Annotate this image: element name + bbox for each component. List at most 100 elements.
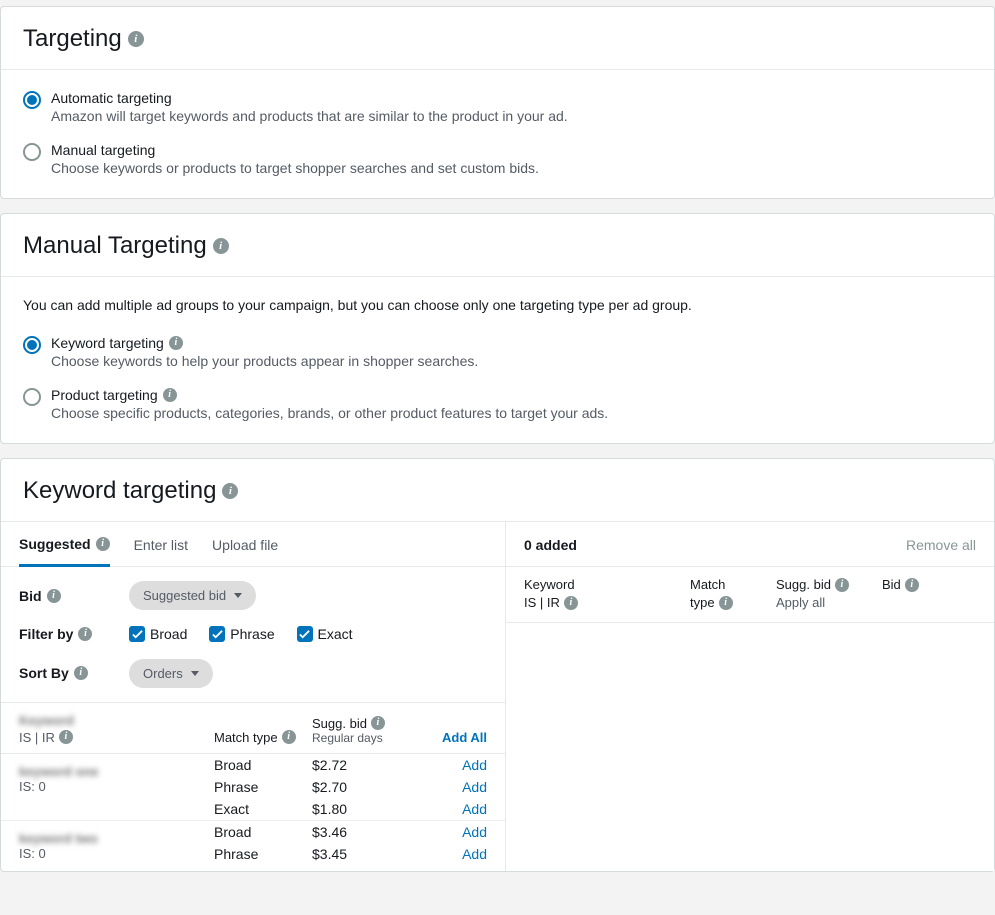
tab-suggested[interactable]: Suggested i	[19, 536, 110, 567]
manual-title: Manual Targeting i	[1, 214, 994, 277]
radio-input[interactable]	[23, 143, 41, 161]
radio-manual-targeting[interactable]: Manual targeting Choose keywords or prod…	[23, 142, 972, 176]
match-type: Broad	[214, 757, 312, 773]
variant-row: Broad $2.72 Add	[214, 754, 487, 776]
keyword-blurred: keyword two	[19, 831, 214, 846]
col-sub: type i	[690, 595, 770, 610]
kt-left: Suggested i Enter list Upload file Bid i…	[1, 522, 506, 871]
isir-text: IS | IR	[524, 595, 560, 610]
sugg-sub: Regular days	[312, 731, 417, 745]
added-count: 0 added	[524, 537, 577, 553]
keyword-blurred: Keyword	[19, 713, 214, 728]
keyword-row: keyword one IS: 0 Broad $2.72 Add Phrase…	[1, 754, 505, 821]
add-link[interactable]: Add	[417, 757, 487, 773]
col-title: Bid i	[882, 577, 976, 592]
kt-title-text: Keyword targeting	[23, 477, 216, 505]
add-link[interactable]: Add	[417, 801, 487, 817]
keyword-is: IS: 0	[19, 846, 214, 861]
radio-keyword-targeting[interactable]: Keyword targeting i Choose keywords to h…	[23, 335, 972, 369]
keyword-is: IS: 0	[19, 779, 214, 794]
manual-targeting-panel: Manual Targeting i You can add multiple …	[0, 213, 995, 444]
add-link[interactable]: Add	[417, 824, 487, 840]
remove-all-link[interactable]: Remove all	[906, 537, 976, 553]
match-text: Match type	[214, 730, 278, 745]
info-icon[interactable]: i	[835, 578, 849, 592]
kt-grid: Suggested i Enter list Upload file Bid i…	[1, 521, 994, 871]
keyword-cell: keyword two IS: 0	[19, 821, 214, 871]
match-type: Phrase	[214, 779, 312, 795]
info-icon[interactable]: i	[74, 666, 88, 680]
info-icon[interactable]: i	[719, 596, 733, 610]
sort-label: Sort By i	[19, 665, 129, 681]
filter-label: Filter by i	[19, 626, 129, 642]
radio-label: Manual targeting	[51, 142, 539, 158]
isir-label: IS | IR i	[19, 730, 214, 745]
control-filter: Filter by i Broad Phrase	[19, 626, 487, 643]
targeting-title-text: Targeting	[23, 25, 122, 53]
col-add-all: Add All	[417, 730, 487, 745]
checkbox-checked[interactable]	[129, 626, 145, 642]
info-icon[interactable]: i	[128, 31, 144, 47]
checkbox-checked[interactable]	[209, 626, 225, 642]
match-type: Phrase	[214, 846, 312, 862]
keyword-targeting-panel: Keyword targeting i Suggested i Enter li…	[0, 458, 995, 872]
add-link[interactable]: Add	[417, 846, 487, 862]
info-icon[interactable]: i	[213, 238, 229, 254]
add-all-link[interactable]: Add All	[442, 730, 487, 745]
tab-upload-file[interactable]: Upload file	[212, 537, 278, 565]
check-exact[interactable]: Exact	[297, 626, 353, 642]
sort-value: Orders	[143, 666, 183, 681]
info-icon[interactable]: i	[163, 388, 177, 402]
info-icon[interactable]: i	[59, 730, 73, 744]
sugg-bid: $1.80	[312, 801, 417, 817]
info-icon[interactable]: i	[47, 589, 61, 603]
keyword-variants: Broad $2.72 Add Phrase $2.70 Add Exact $…	[214, 754, 487, 820]
tab-label: Suggested	[19, 536, 91, 552]
chevron-down-icon	[191, 671, 199, 676]
info-icon[interactable]: i	[564, 596, 578, 610]
check-phrase[interactable]: Phrase	[209, 626, 274, 642]
radio-input[interactable]	[23, 91, 41, 109]
sort-select[interactable]: Orders	[129, 659, 213, 688]
sugg-bid: $2.72	[312, 757, 417, 773]
bid-select[interactable]: Suggested bid	[129, 581, 256, 610]
radio-label: Product targeting i	[51, 387, 608, 403]
bid-value: Suggested bid	[143, 588, 226, 603]
add-link[interactable]: Add	[417, 779, 487, 795]
info-icon[interactable]: i	[222, 483, 238, 499]
kt-title: Keyword targeting i	[1, 459, 994, 521]
info-icon[interactable]: i	[282, 730, 296, 744]
radio-desc: Choose keywords or products to target sh…	[51, 160, 539, 176]
control-sort: Sort By i Orders	[19, 659, 487, 688]
tab-enter-list[interactable]: Enter list	[134, 537, 188, 565]
apply-all-link[interactable]: Apply all	[776, 595, 876, 610]
col-title: Match	[690, 577, 770, 592]
info-icon[interactable]: i	[78, 627, 92, 641]
radio-automatic-targeting[interactable]: Automatic targeting Amazon will target k…	[23, 90, 972, 124]
check-broad[interactable]: Broad	[129, 626, 187, 642]
manual-note: You can add multiple ad groups to your c…	[23, 297, 972, 313]
info-icon[interactable]: i	[371, 716, 385, 730]
info-icon[interactable]: i	[96, 537, 110, 551]
info-icon[interactable]: i	[169, 336, 183, 350]
radio-input[interactable]	[23, 336, 41, 354]
checkbox-checked[interactable]	[297, 626, 313, 642]
radio-label: Automatic targeting	[51, 90, 568, 106]
manual-title-text: Manual Targeting	[23, 232, 207, 260]
keyword-variants: Broad $3.46 Add Phrase $3.45 Add	[214, 821, 487, 871]
variant-row: Broad $3.46 Add	[214, 821, 487, 843]
col-title: Keyword	[524, 577, 684, 592]
kt-tabs: Suggested i Enter list Upload file	[1, 522, 505, 567]
radio-label-text: Keyword targeting	[51, 335, 164, 351]
sugg-text: Sugg. bid	[776, 577, 831, 592]
check-label: Broad	[150, 626, 187, 642]
radio-product-targeting[interactable]: Product targeting i Choose specific prod…	[23, 387, 972, 421]
radio-input[interactable]	[23, 388, 41, 406]
col-sugg: Sugg. bid i Regular days	[312, 716, 417, 745]
info-icon[interactable]: i	[905, 578, 919, 592]
chevron-down-icon	[234, 593, 242, 598]
variant-row: Exact $1.80 Add	[214, 798, 487, 820]
socks-bid: $2.70	[312, 779, 417, 795]
kt-right: 0 added Remove all Keyword IS | IR i Mat…	[506, 522, 994, 871]
col-sub: IS | IR i	[524, 595, 684, 610]
